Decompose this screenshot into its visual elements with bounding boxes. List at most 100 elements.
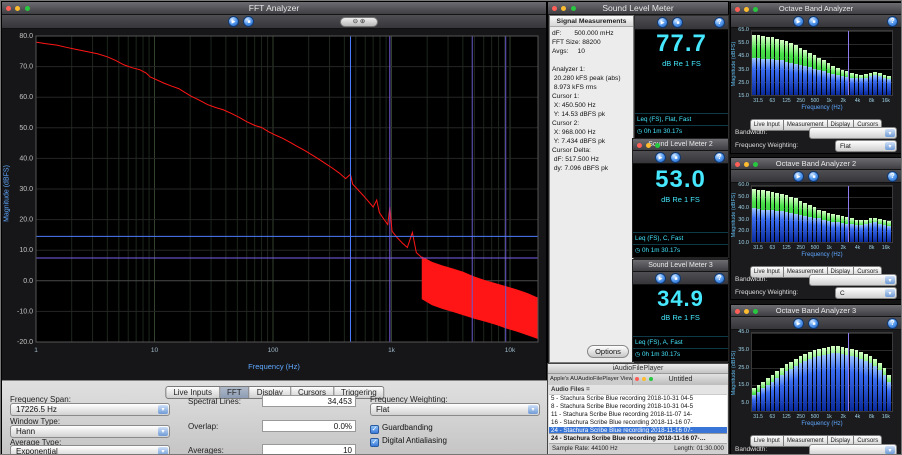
bandwidth-select[interactable]: ▾ [809,444,897,455]
toolbar: ▶ ■ ? [731,170,901,183]
svg-text:1: 1 [34,347,38,354]
stop-button[interactable]: ■ [243,16,254,27]
zoom-button[interactable] [753,7,758,12]
help-button[interactable]: ? [714,152,725,163]
svg-text:1k: 1k [388,347,396,354]
help-button[interactable]: ? [714,17,725,28]
zoom-button[interactable] [649,377,653,381]
antialiasing-checkbox[interactable]: ✓ [370,438,379,447]
help-button[interactable]: ? [887,16,898,27]
bandwidth-select[interactable]: ▾ [809,274,897,286]
guardbanding-checkbox[interactable]: ✓ [370,425,379,434]
octave-plot-area[interactable] [751,30,893,96]
stop-button[interactable]: ■ [808,318,819,329]
close-button[interactable] [552,6,557,11]
zoom-control[interactable]: ⊖ ⊕ [340,17,378,27]
close-button[interactable] [635,377,639,381]
octave-cursor-line[interactable] [848,31,849,95]
help-button[interactable]: ? [887,171,898,182]
bandwidth-select[interactable]: ▾ [809,127,897,139]
slm-titlebar[interactable]: Sound Level Meter [548,2,728,15]
minimize-button[interactable] [744,309,749,314]
stop-button[interactable]: ■ [670,273,681,284]
options-button[interactable]: Options [587,345,629,358]
window-type-select[interactable]: Hann▾ [10,425,170,438]
titlebar[interactable]: Octave Band Analyzer [731,3,901,15]
start-button[interactable]: ▶ [793,16,804,27]
frequency-weighting-select[interactable]: Flat▾ [835,140,897,152]
meter-unit: dB Re 1 FS [635,59,728,68]
start-button[interactable]: ▶ [655,273,666,284]
averages-field[interactable]: 10 [262,444,356,455]
octave-cursor-line[interactable] [848,333,849,411]
start-button[interactable]: ▶ [793,171,804,182]
fft-plot[interactable]: 80.070.060.050.040.030.020.010.00.0-10.0… [4,31,544,361]
octave-cursor-line[interactable] [848,186,849,242]
stop-button[interactable]: ■ [808,171,819,182]
player-window-title[interactable]: iAudioFilePlayer [548,364,728,374]
minimize-button[interactable] [642,377,646,381]
titlebar[interactable]: Octave Band Analyzer 2 [731,158,901,170]
stop-button[interactable]: ■ [808,16,819,27]
minimize-button[interactable] [15,6,20,11]
zoom-in-icon[interactable]: ⊕ [360,18,365,25]
zoom-button[interactable] [753,309,758,314]
audio-file-row[interactable]: 8 - Stachura Scribe Blue recording 2018-… [549,403,727,411]
octave-bar-current [775,60,779,95]
minimize-button[interactable] [646,143,651,148]
fft-titlebar[interactable]: FFT Analyzer [2,2,546,15]
tick-label: 500 [811,98,819,104]
titlebar[interactable]: Octave Band Analyzer 3 [731,305,901,317]
close-button[interactable] [735,7,740,12]
octave-bar-current [780,60,784,95]
stop-button[interactable]: ■ [670,152,681,163]
audio-file-row[interactable]: 16 - Stachura Scribe Blue recording 2018… [549,419,727,427]
help-button[interactable]: ? [887,318,898,329]
audio-file-list-header[interactable]: Audio Files = [549,385,727,395]
zoom-button[interactable] [25,6,30,11]
close-button[interactable] [735,162,740,167]
start-button[interactable]: ▶ [657,17,668,28]
help-button[interactable]: ? [714,273,725,284]
minimize-button[interactable] [744,7,749,12]
average-type-select[interactable]: Exponential▾ [10,445,170,455]
gridline [752,95,892,96]
minimize-button[interactable] [744,162,749,167]
zoom-button[interactable] [571,6,576,11]
octave-bar-current [831,353,835,411]
titlebar[interactable]: Sound Level Meter 3 [633,260,728,272]
zoom-button[interactable] [655,143,660,148]
octave-bar-current [761,210,765,242]
octave-bar-current [855,225,859,242]
zoom-button[interactable] [753,162,758,167]
octave-bar-current [850,356,854,411]
stop-button[interactable]: ■ [672,17,683,28]
octave-plot-area[interactable] [751,185,893,243]
octave-bar-current [864,361,868,411]
close-button[interactable] [735,309,740,314]
close-button[interactable] [6,6,11,11]
length-label: Length: 01:30.000 [674,444,724,454]
titlebar[interactable]: Sound Level Meter 2 [633,139,728,151]
spectral-lines-field[interactable]: 34,453 [262,395,356,407]
svg-text:0.0: 0.0 [23,278,33,285]
player-doc-titlebar[interactable]: Untitled [633,374,728,385]
meter-time-row: ◷ 0h 1m 30.17s [633,348,728,361]
audio-file-row[interactable]: 5 - Stachura Scribe Blue recording 2018-… [549,395,727,403]
audio-file-row[interactable]: 11 - Stachura Scribe Blue recording 2018… [549,411,727,419]
close-button[interactable] [637,143,642,148]
frequency-span-select[interactable]: 17226.5 Hz▾ [10,403,170,416]
minimize-button[interactable] [561,6,566,11]
audio-file-rows: 5 - Stachura Scribe Blue recording 2018-… [549,395,727,434]
frequency-weighting-select[interactable]: Flat▾ [370,403,540,416]
svg-text:20.0: 20.0 [19,217,33,224]
octave-plot-area[interactable] [751,332,893,412]
octave-bar-current [841,354,845,411]
start-button[interactable]: ▶ [655,152,666,163]
overlap-field[interactable]: 0.0% [262,420,356,432]
audio-file-row[interactable]: 24 - Stachura Scribe Blue recording 2018… [549,427,727,434]
start-button[interactable]: ▶ [228,16,239,27]
frequency-weighting-select[interactable]: C▾ [835,287,897,299]
zoom-out-icon[interactable]: ⊖ [353,18,358,25]
start-button[interactable]: ▶ [793,318,804,329]
